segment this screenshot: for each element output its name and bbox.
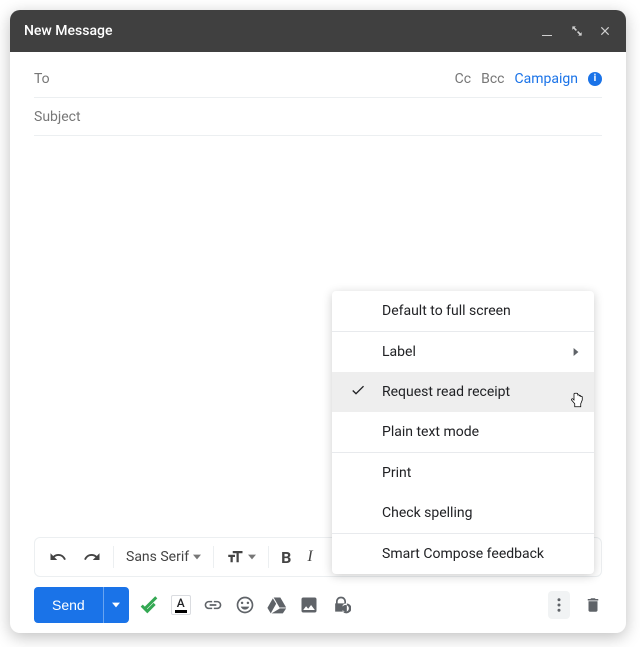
redo-button[interactable] <box>77 544 107 570</box>
menu-default-fullscreen[interactable]: Default to full screen <box>332 291 594 331</box>
minimize-icon[interactable] <box>542 24 556 38</box>
menu-print[interactable]: Print <box>332 453 594 493</box>
menu-smart-compose-feedback[interactable]: Smart Compose feedback <box>332 534 594 574</box>
window-title: New Message <box>24 23 542 39</box>
bottom-toolbar: Send A <box>10 577 626 633</box>
info-icon[interactable]: i <box>588 72 602 86</box>
menu-check-spelling[interactable]: Check spelling <box>332 493 594 533</box>
menu-item-label: Smart Compose feedback <box>382 546 544 562</box>
menu-request-read-receipt[interactable]: Request read receipt <box>332 372 594 412</box>
font-family-label: Sans Serif <box>126 549 189 565</box>
cc-link[interactable]: Cc <box>455 71 471 87</box>
close-icon[interactable] <box>598 24 612 38</box>
fullscreen-icon[interactable] <box>570 24 584 38</box>
compose-actions: A <box>139 595 351 615</box>
menu-item-label: Default to full screen <box>382 303 511 319</box>
bcc-link[interactable]: Bcc <box>481 71 504 87</box>
more-options-button[interactable] <box>548 591 570 619</box>
bottom-right-actions <box>548 591 602 619</box>
spellcheck-icon[interactable] <box>139 595 159 615</box>
font-family-dropdown[interactable]: Sans Serif <box>120 545 207 569</box>
to-field-row[interactable]: To Cc Bcc Campaign i <box>34 60 602 98</box>
menu-item-label: Check spelling <box>382 505 472 521</box>
titlebar: New Message <box>10 10 626 52</box>
campaign-link[interactable]: Campaign <box>515 71 578 87</box>
send-button[interactable]: Send <box>34 587 103 623</box>
menu-item-label: Plain text mode <box>382 424 479 440</box>
image-icon[interactable] <box>299 595 319 615</box>
titlebar-controls <box>542 24 612 38</box>
chevron-down-icon <box>193 549 201 565</box>
bold-button[interactable]: B <box>275 544 297 571</box>
header-fields: To Cc Bcc Campaign i Subject <box>10 52 626 136</box>
send-options-button[interactable] <box>103 587 129 623</box>
drive-icon[interactable] <box>267 595 287 615</box>
to-label: To <box>34 71 50 87</box>
subject-field-row[interactable]: Subject <box>34 98 602 136</box>
submenu-arrow-icon <box>572 344 580 360</box>
attach-link-icon[interactable] <box>203 595 223 615</box>
menu-plain-text-mode[interactable]: Plain text mode <box>332 412 594 452</box>
emoji-icon[interactable] <box>235 595 255 615</box>
menu-item-label: Request read receipt <box>382 384 510 400</box>
more-options-menu: Default to full screen Label Request rea… <box>332 291 594 574</box>
discard-icon[interactable] <box>584 596 602 614</box>
check-icon <box>350 382 366 402</box>
italic-button[interactable]: I <box>301 544 318 570</box>
font-color-button[interactable]: A <box>171 595 191 615</box>
send-button-group: Send <box>34 587 129 623</box>
subject-label: Subject <box>34 109 81 125</box>
menu-label[interactable]: Label <box>332 332 594 372</box>
menu-item-label: Print <box>382 465 411 481</box>
undo-button[interactable] <box>43 544 73 570</box>
font-size-dropdown[interactable] <box>220 544 262 570</box>
confidential-icon[interactable] <box>331 595 351 615</box>
chevron-down-icon <box>248 549 256 565</box>
menu-item-label: Label <box>382 344 416 360</box>
